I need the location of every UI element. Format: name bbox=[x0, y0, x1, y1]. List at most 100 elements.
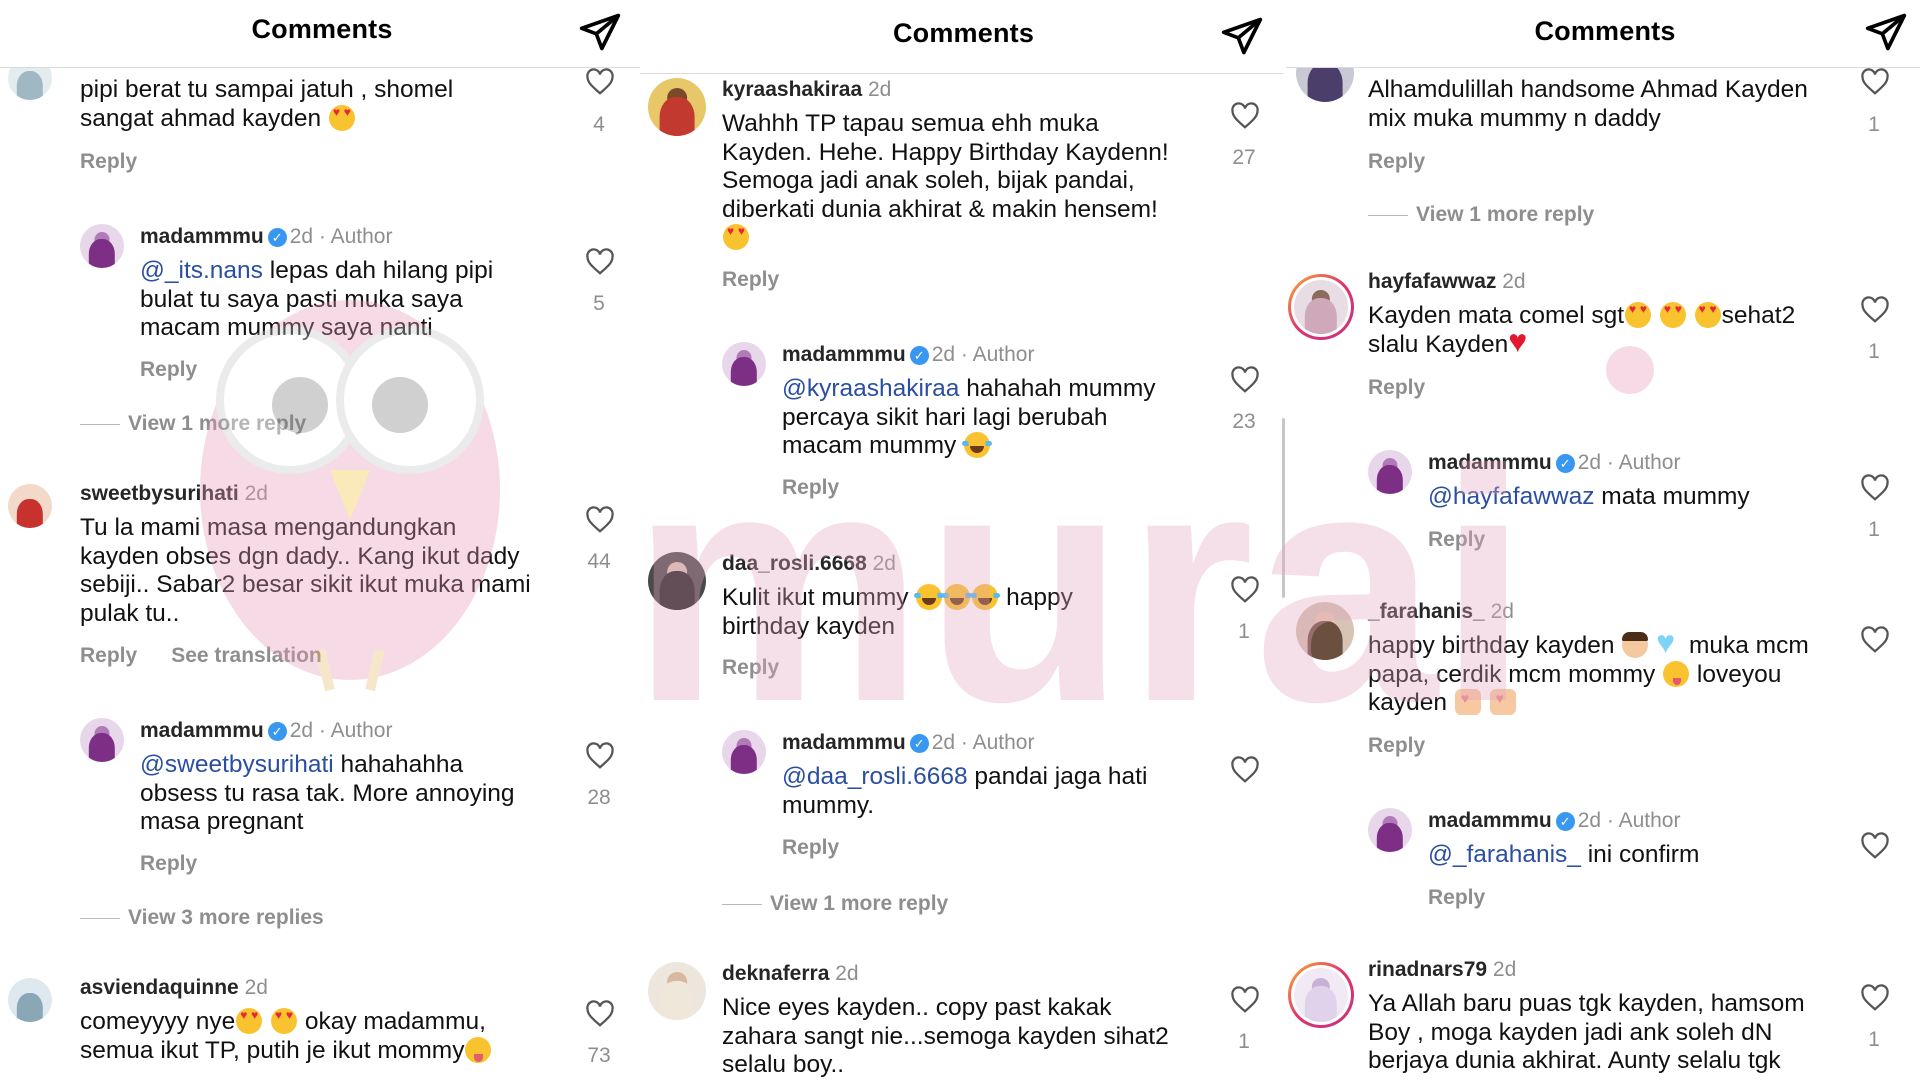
username[interactable]: madammmu bbox=[1428, 451, 1552, 474]
reply-button[interactable]: Reply bbox=[1428, 886, 1485, 909]
verified-badge-icon: ✓ bbox=[909, 734, 929, 753]
username[interactable]: sweetbysurihati bbox=[80, 482, 239, 505]
username[interactable]: deknaferra bbox=[722, 962, 829, 985]
like-heart-icon[interactable] bbox=[1230, 102, 1260, 130]
like-heart-icon[interactable] bbox=[1860, 626, 1890, 654]
verified-badge-icon: ✓ bbox=[1555, 454, 1575, 473]
username[interactable]: madammmu bbox=[140, 225, 264, 248]
username[interactable]: hayfafawwaz bbox=[1368, 270, 1496, 293]
like-heart-icon[interactable] bbox=[1230, 756, 1260, 784]
avatar[interactable] bbox=[648, 552, 706, 610]
comment-actions: Reply bbox=[722, 268, 779, 292]
view-more-replies[interactable]: View 1 more reply bbox=[80, 412, 306, 436]
like-count: 1 bbox=[1868, 340, 1880, 363]
like-heart-icon[interactable] bbox=[1860, 984, 1890, 1012]
username[interactable]: madammmu bbox=[782, 731, 906, 754]
reply-button[interactable]: Reply bbox=[80, 150, 137, 173]
story-ring[interactable] bbox=[1288, 274, 1354, 340]
avatar[interactable] bbox=[1296, 602, 1354, 660]
send-icon[interactable] bbox=[1864, 10, 1908, 54]
see-translation-link[interactable]: See translation bbox=[171, 644, 322, 667]
avatar[interactable] bbox=[80, 224, 124, 268]
like-heart-icon[interactable] bbox=[585, 506, 615, 534]
comment-meta: madammmu ✓ 2d · Author bbox=[1428, 451, 1680, 475]
avatar[interactable] bbox=[722, 730, 766, 774]
comment-meta: daa_rosli.6668 2d bbox=[722, 552, 896, 576]
like-heart-icon[interactable] bbox=[585, 248, 615, 276]
like-heart-icon[interactable] bbox=[585, 68, 615, 96]
author-label: · Author bbox=[1606, 809, 1681, 832]
comment-text: Alhamdulillah handsome Ahmad Kayden mix m… bbox=[1368, 76, 1808, 132]
story-ring[interactable] bbox=[1288, 962, 1354, 1028]
like-heart-icon[interactable] bbox=[1860, 832, 1890, 860]
comments-header: Comments bbox=[640, 0, 1283, 74]
timestamp: 2d bbox=[289, 225, 314, 248]
avatar[interactable] bbox=[648, 962, 706, 1020]
comment-text: @sweetbysurihati hahahahha obsess tu rasa… bbox=[140, 751, 515, 835]
like-heart-icon[interactable] bbox=[1230, 576, 1260, 604]
mention-link[interactable]: @daa_rosli.6668 bbox=[782, 763, 968, 790]
reply-button[interactable]: Reply bbox=[1368, 734, 1425, 757]
username[interactable]: asviendaquinne bbox=[80, 976, 239, 999]
mention-link[interactable]: @kyraashakiraa bbox=[782, 375, 959, 402]
like-count: 1 bbox=[1868, 1028, 1880, 1051]
view-more-replies[interactable]: View 3 more replies bbox=[80, 906, 324, 930]
comment-meta: kyraashakiraa 2d bbox=[722, 78, 891, 102]
mention-link[interactable]: @_its.nans bbox=[140, 257, 263, 284]
comment-text: Kulit ikut mummy happy birthday kayden bbox=[722, 584, 1073, 640]
view-more-replies[interactable]: View 1 more reply bbox=[722, 892, 948, 916]
timestamp: 2d bbox=[1502, 270, 1526, 293]
mention-link[interactable]: @sweetbysurihati bbox=[140, 751, 334, 778]
reply-button[interactable]: Reply bbox=[140, 358, 197, 381]
username[interactable]: madammmu bbox=[1428, 809, 1552, 832]
comment-actions: Reply bbox=[1428, 528, 1485, 552]
boy-emoji-icon bbox=[1622, 632, 1649, 658]
like-heart-icon[interactable] bbox=[1230, 366, 1260, 394]
username[interactable]: rinadnars79 bbox=[1368, 958, 1487, 981]
reply-button[interactable]: Reply bbox=[1428, 528, 1485, 551]
mention-link[interactable]: @hayfafawwaz bbox=[1428, 483, 1595, 510]
like-heart-icon[interactable] bbox=[1230, 986, 1260, 1014]
reply-button[interactable]: Reply bbox=[722, 656, 779, 679]
reply-button[interactable]: Reply bbox=[722, 268, 779, 291]
username[interactable]: kyraashakiraa bbox=[722, 78, 862, 101]
reply-button[interactable]: Reply bbox=[1368, 150, 1425, 173]
avatar[interactable] bbox=[80, 718, 124, 762]
avatar[interactable] bbox=[8, 978, 52, 1022]
comment-text: Kayden mata comel sgt sehat2slalu Kayden bbox=[1368, 302, 1795, 359]
blue-heart-emoji-icon bbox=[1656, 626, 1681, 658]
avatar[interactable] bbox=[648, 78, 706, 136]
like-heart-icon[interactable] bbox=[585, 742, 615, 770]
like-heart-icon[interactable] bbox=[585, 1000, 615, 1028]
timestamp: 2d bbox=[289, 719, 314, 742]
avatar[interactable] bbox=[1368, 450, 1412, 494]
comment-text: comeyyyy nye okay madammu,semua ikut TP,… bbox=[80, 1008, 492, 1065]
avatar[interactable] bbox=[8, 484, 52, 528]
username[interactable]: _farahanis_ bbox=[1368, 600, 1485, 623]
reply-button[interactable]: Reply bbox=[80, 644, 137, 667]
reply-button[interactable]: Reply bbox=[782, 476, 839, 499]
reply-button[interactable]: Reply bbox=[782, 836, 839, 859]
avatar[interactable] bbox=[1368, 808, 1412, 852]
send-icon[interactable] bbox=[578, 10, 622, 54]
author-label: · Author bbox=[960, 731, 1035, 754]
comment-text: Nice eyes kayden.. copy past kakak zahara… bbox=[722, 994, 1169, 1078]
reply-button[interactable]: Reply bbox=[1368, 376, 1425, 399]
tears-of-joy-emoji-icon bbox=[970, 584, 1001, 610]
timestamp: 2d bbox=[1577, 809, 1602, 832]
comment-meta: _farahanis_ 2d bbox=[1368, 600, 1514, 624]
reply-button[interactable]: Reply bbox=[140, 852, 197, 875]
username[interactable]: madammmu bbox=[140, 719, 264, 742]
like-heart-icon[interactable] bbox=[1860, 68, 1890, 96]
like-heart-icon[interactable] bbox=[1860, 474, 1890, 502]
send-icon[interactable] bbox=[1220, 14, 1264, 58]
username[interactable]: madammmu bbox=[782, 343, 906, 366]
view-more-replies[interactable]: View 1 more reply bbox=[1368, 203, 1594, 227]
comment-actions: Reply bbox=[1368, 150, 1425, 174]
like-count: 1 bbox=[1868, 113, 1880, 136]
like-heart-icon[interactable] bbox=[1860, 296, 1890, 324]
mention-link[interactable]: @_farahanis_ bbox=[1428, 841, 1581, 868]
scrollbar[interactable] bbox=[1282, 418, 1285, 598]
username[interactable]: daa_rosli.6668 bbox=[722, 552, 867, 575]
avatar[interactable] bbox=[722, 342, 766, 386]
